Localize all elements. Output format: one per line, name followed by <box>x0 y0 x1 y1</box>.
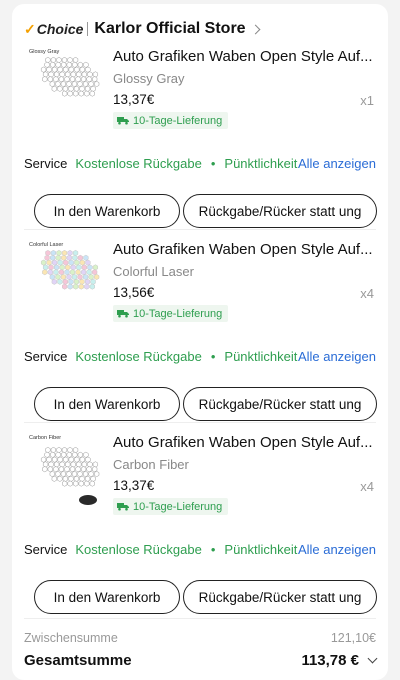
total-amount[interactable]: 113,78 € <box>301 652 378 669</box>
cart-item: Glossy Gray Auto Grafiken Waben Open Sty… <box>12 44 388 238</box>
product-variant[interactable]: Colorful Laser <box>113 264 194 279</box>
chevron-down-icon[interactable] <box>367 653 378 664</box>
product-quantity: x4 <box>360 286 374 301</box>
subtotal-row: Zwischensumme 121,10€ <box>24 631 376 645</box>
subtotal-label: Zwischensumme <box>24 631 118 645</box>
service-label: Service <box>24 155 68 171</box>
badge-divider <box>87 22 89 36</box>
total-value: 113,78 € <box>301 652 359 669</box>
free-return-service: Kostenlose Rückgabe <box>75 541 202 557</box>
return-refund-button[interactable]: Rückgabe/Rücker statt ung <box>183 387 377 421</box>
truck-icon <box>117 503 129 511</box>
service-separator: • <box>210 155 216 171</box>
free-return-service: Kostenlose Rückgabe <box>75 155 202 171</box>
delivery-label: 10-Tage-Lieferung <box>133 307 223 320</box>
product-price: 13,56€ <box>113 285 155 300</box>
honeycomb-sticker-image <box>40 249 100 290</box>
summary-divider <box>24 618 376 619</box>
service-label: Service <box>24 348 68 364</box>
chevron-right-icon[interactable] <box>250 24 261 34</box>
product-title[interactable]: Auto Grafiken Waben Open Style Auf... <box>113 241 383 258</box>
store-header[interactable]: ✓ Choice Karlor Official Store <box>24 18 261 40</box>
delivery-badge: 10-Tage-Lieferung <box>113 305 229 322</box>
product-quantity: x1 <box>360 93 374 108</box>
choice-badge-label: Choice <box>36 21 84 37</box>
store-order-card: ✓ Choice Karlor Official Store Glossy Gr… <box>12 4 388 680</box>
product-title[interactable]: Auto Grafiken Waben Open Style Auf... <box>113 434 383 451</box>
honeycomb-sticker-image <box>40 56 100 97</box>
choice-badge: ✓ Choice <box>24 21 83 38</box>
item-divider <box>24 422 376 423</box>
item-divider <box>24 229 376 230</box>
cart-item: Colorful Laser Auto Grafiken Waben Open … <box>12 237 388 431</box>
truck-icon <box>117 310 129 318</box>
service-label: Service <box>24 541 68 557</box>
product-thumbnail[interactable]: Carbon Fiber <box>26 430 110 514</box>
add-to-cart-button[interactable]: In den Warenkorb <box>34 194 180 228</box>
delivery-label: 10-Tage-Lieferung <box>133 500 223 513</box>
product-thumbnail[interactable]: Glossy Gray <box>26 44 110 128</box>
total-row[interactable]: Gesamtsumme 113,78 € <box>24 652 378 669</box>
delivery-badge: 10-Tage-Lieferung <box>113 498 229 515</box>
product-price: 13,37€ <box>113 478 155 493</box>
show-all-services-link[interactable]: Alle anzeigen <box>298 542 376 557</box>
product-variant[interactable]: Carbon Fiber <box>113 457 189 472</box>
product-title[interactable]: Auto Grafiken Waben Open Style Auf... <box>113 48 383 65</box>
punctuality-service: Pünktlichkeit <box>224 348 298 364</box>
product-price: 13,37€ <box>113 92 155 107</box>
service-row: Service Kostenlose Rückgabe • Pünktlichk… <box>24 347 376 365</box>
store-name[interactable]: Karlor Official Store <box>94 20 245 38</box>
add-to-cart-button[interactable]: In den Warenkorb <box>34 580 180 614</box>
add-to-cart-button[interactable]: In den Warenkorb <box>34 387 180 421</box>
honeycomb-sticker-image <box>40 446 100 505</box>
punctuality-service: Pünktlichkeit <box>224 541 298 557</box>
service-row: Service Kostenlose Rückgabe • Pünktlichk… <box>24 154 376 172</box>
delivery-label: 10-Tage-Lieferung <box>133 114 223 127</box>
return-refund-button[interactable]: Rückgabe/Rücker statt ung <box>183 194 377 228</box>
delivery-badge: 10-Tage-Lieferung <box>113 112 229 129</box>
show-all-services-link[interactable]: Alle anzeigen <box>298 349 376 364</box>
service-separator: • <box>210 541 216 557</box>
show-all-services-link[interactable]: Alle anzeigen <box>298 156 376 171</box>
service-row: Service Kostenlose Rückgabe • Pünktlichk… <box>24 540 376 558</box>
product-variant[interactable]: Glossy Gray <box>113 71 185 86</box>
free-return-service: Kostenlose Rückgabe <box>75 348 202 364</box>
punctuality-service: Pünktlichkeit <box>224 155 298 171</box>
choice-check-icon: ✓ <box>24 20 36 37</box>
product-quantity: x4 <box>360 479 374 494</box>
total-label: Gesamtsumme <box>24 652 132 669</box>
product-thumbnail[interactable]: Colorful Laser <box>26 237 110 321</box>
cart-item: Carbon Fiber Auto Grafiken Waben Open St… <box>12 430 388 624</box>
return-refund-button[interactable]: Rückgabe/Rücker statt ung <box>183 580 377 614</box>
truck-icon <box>117 117 129 125</box>
subtotal-value: 121,10€ <box>330 631 376 645</box>
service-separator: • <box>210 348 216 364</box>
